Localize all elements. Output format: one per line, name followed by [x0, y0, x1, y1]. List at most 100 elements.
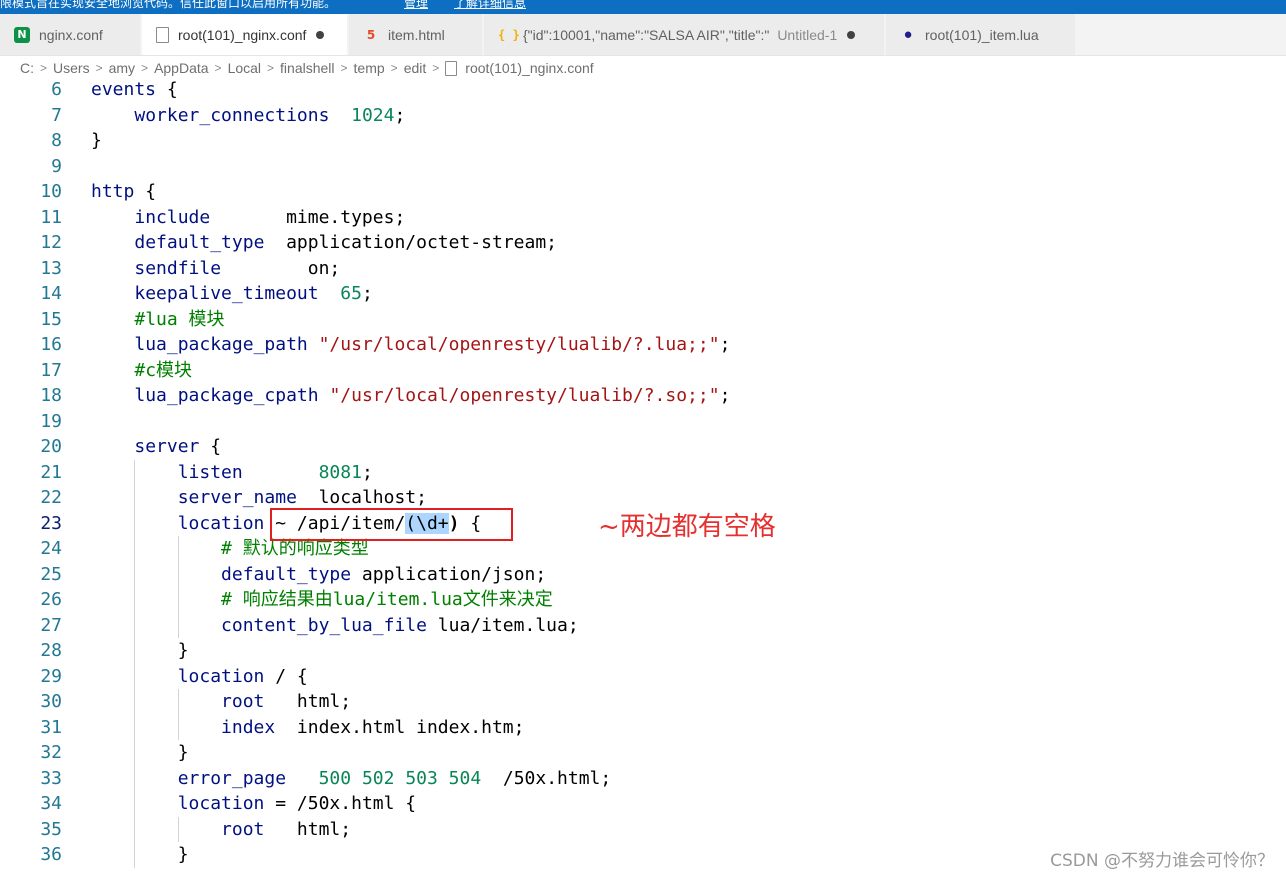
indent-guide — [177, 689, 179, 715]
learn-more-link[interactable]: 了解详细信息 — [454, 0, 526, 9]
code-text: listen 8081; — [177, 461, 373, 483]
code-line[interactable]: 34 location = /50x.html { — [0, 791, 1286, 817]
code-line[interactable]: 6 events { — [0, 77, 1286, 103]
chevron-right-icon: > — [141, 61, 149, 75]
code-line[interactable]: 33 error_page 500 502 503 504 /50x.html; — [0, 765, 1286, 791]
file-icon — [156, 26, 169, 43]
code-line[interactable]: 10 http { — [0, 179, 1286, 205]
code-line[interactable]: 29 location / { — [0, 663, 1286, 689]
line-number: 24 — [40, 538, 62, 559]
breadcrumb-item[interactable]: Local — [228, 60, 261, 76]
code-text: root html; — [221, 818, 352, 840]
indent-guide — [177, 714, 179, 740]
breadcrumb-item[interactable]: edit — [404, 60, 427, 76]
indent-guide — [134, 561, 136, 587]
line-number: 25 — [40, 563, 62, 585]
tab-root-nginx-conf[interactable]: root(101)_nginx.conf — [142, 14, 348, 55]
line-number: 33 — [40, 767, 62, 789]
code-line[interactable]: 15 #lua 模块 — [0, 307, 1286, 333]
indent-guide — [134, 638, 136, 664]
line-number: 34 — [40, 793, 62, 814]
tab-item-html[interactable]: 5 item.html — [349, 14, 483, 55]
code-line[interactable]: 19 — [0, 409, 1286, 435]
code-line[interactable]: 11 include mime.types; — [0, 205, 1286, 231]
breadcrumb-item[interactable]: Users — [53, 60, 90, 76]
indent-guide — [177, 561, 179, 587]
tab-label: {"id":10001,"name":"SALSA AIR","title":" — [523, 26, 770, 43]
indent-guide — [134, 689, 136, 715]
line-number: 20 — [40, 436, 62, 457]
code-text: } — [91, 742, 189, 763]
chevron-right-icon: > — [95, 61, 103, 75]
tab-root-item-lua[interactable]: ● root(101)_item.lua — [886, 14, 1076, 55]
code-line[interactable]: 18 lua_package_cpath "/usr/local/openres… — [0, 383, 1286, 409]
line-number: 11 — [40, 206, 62, 228]
code-line[interactable]: 32 } — [0, 740, 1286, 766]
banner-message: 限模式旨在实现安全地浏览代码。信任此窗口以启用所有功能。 — [0, 0, 337, 10]
code-line[interactable]: 12 default_type application/octet-stream… — [0, 230, 1286, 256]
indent-guide — [177, 536, 179, 562]
indent-guide — [134, 536, 136, 562]
tab-label: root(101)_item.lua — [925, 26, 1039, 43]
code-line[interactable]: 8} — [0, 128, 1286, 154]
indent-guide — [134, 791, 136, 817]
code-text: error_page 500 502 503 504 /50x.html; — [177, 767, 612, 789]
line-number: 16 — [40, 334, 62, 355]
line-number: 31 — [40, 716, 62, 738]
chevron-right-icon: > — [340, 61, 348, 75]
annotation-text: ~两边都有空格 — [598, 512, 776, 542]
code-text: worker_connections 1024; — [134, 104, 406, 126]
line-number: 17 — [40, 359, 62, 381]
code-line[interactable]: 25 default_type application/json; — [0, 561, 1286, 587]
tab-description: Untitled-1 — [777, 26, 838, 43]
chevron-right-icon: > — [214, 61, 222, 75]
indent-guide — [134, 663, 136, 689]
manage-link[interactable]: 管理 — [404, 0, 428, 9]
code-editor[interactable]: 6 events {7 worker_connections 1024; 8} 9 10… — [0, 77, 1286, 878]
code-line[interactable]: 17 #c模块 — [0, 358, 1286, 384]
breadcrumb-item[interactable]: amy — [109, 60, 135, 76]
code-line[interactable]: 28 } — [0, 638, 1286, 664]
restricted-mode-banner: 限模式旨在实现安全地浏览代码。信任此窗口以启用所有功能。 管理 了解详细信息 — [0, 0, 1286, 14]
unsaved-dot-icon[interactable] — [316, 30, 325, 39]
code-line[interactable]: 20 server { — [0, 434, 1286, 460]
line-number: 19 — [40, 410, 62, 432]
code-text: location / { — [177, 665, 308, 687]
code-line[interactable]: 9 — [0, 154, 1286, 180]
code-line[interactable]: 35 root html; — [0, 816, 1286, 842]
code-line[interactable]: 16 lua_package_path "/usr/local/openrest… — [0, 332, 1286, 358]
chevron-right-icon: > — [390, 61, 398, 75]
tab-untitled-json[interactable]: { } {"id":10001,"name":"SALSA AIR","titl… — [484, 14, 885, 55]
tab-label: item.html — [388, 26, 445, 43]
code-text: #lua 模块 — [134, 308, 225, 330]
breadcrumb-item[interactable]: AppData — [154, 60, 208, 76]
code-line[interactable]: 7 worker_connections 1024; — [0, 103, 1286, 129]
code-line[interactable]: 21 listen 8081; — [0, 459, 1286, 485]
line-number: 13 — [40, 257, 62, 279]
indent-guide — [134, 714, 136, 740]
breadcrumb-item[interactable]: finalshell — [280, 60, 334, 76]
breadcrumb-item[interactable]: temp — [354, 60, 385, 76]
code-text: } — [91, 640, 189, 661]
code-line[interactable]: 31 index index.html index.htm; — [0, 714, 1286, 740]
line-number: 32 — [40, 742, 62, 763]
code-line[interactable]: 26 # 响应结果由lua/item.lua文件来决定 — [0, 587, 1286, 613]
indent-guide — [177, 587, 179, 613]
line-number: 22 — [40, 487, 62, 508]
code-text: events { — [91, 79, 178, 100]
unsaved-dot-icon[interactable] — [847, 30, 856, 39]
code-line[interactable]: 13 sendfile on; — [0, 256, 1286, 282]
indent-guide — [134, 816, 136, 842]
breadcrumb-item[interactable]: root(101)_nginx.conf — [465, 60, 593, 76]
indent-guide — [134, 842, 136, 868]
watermark: CSDN @不努力谁会可怜你？ — [1050, 851, 1274, 871]
code-line[interactable]: 14 keepalive_timeout 65; — [0, 281, 1286, 307]
code-line[interactable]: 27 content_by_lua_file lua/item.lua; — [0, 612, 1286, 638]
breadcrumb-item[interactable]: C: — [20, 60, 34, 76]
line-number: 35 — [40, 818, 62, 840]
tab-nginx-conf[interactable]: N nginx.conf — [0, 14, 141, 55]
code-text: sendfile on; — [134, 257, 341, 279]
code-line[interactable]: 30 root html; — [0, 689, 1286, 715]
line-number: 7 — [51, 104, 62, 126]
chevron-right-icon: > — [40, 61, 48, 75]
